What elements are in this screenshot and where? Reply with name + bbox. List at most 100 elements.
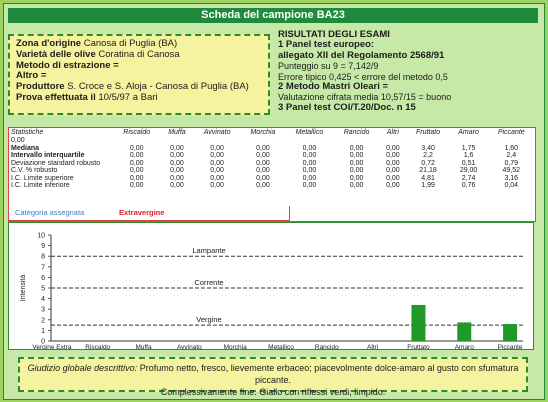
stats-cell: 21,18 bbox=[419, 167, 437, 174]
stats-row-label: Deviazione standard robusto bbox=[11, 159, 101, 167]
stats-cell: 0,00 bbox=[129, 144, 144, 152]
altro-value: = bbox=[40, 70, 47, 82]
intensity-chart: 012345678910IntensitàLampanteCorrenteVer… bbox=[20, 233, 523, 351]
stats-cell: 0,00 bbox=[129, 174, 144, 182]
stats-cell: 0,00 bbox=[386, 174, 400, 182]
stats-cell: 1,6 bbox=[463, 152, 474, 159]
stats-cell: 0,00 bbox=[386, 182, 400, 189]
stats-row-label: I.C. Limite inferiore bbox=[11, 182, 70, 189]
category-box: Categoria assegnata Extravergine bbox=[8, 206, 290, 221]
col-header: Piccante bbox=[497, 129, 525, 136]
prova-label: Prova effettuata il bbox=[16, 91, 96, 103]
stats-cell: 0,00 bbox=[349, 152, 364, 159]
stats-cell: 0,76 bbox=[461, 182, 476, 189]
x-tick-label: Morchia bbox=[224, 344, 248, 349]
stats-cell: 0,79 bbox=[504, 159, 519, 167]
x-tick-label: Riscaldo bbox=[85, 344, 110, 349]
metodo-row: Metodo di estrazione = bbox=[16, 59, 262, 72]
x-tick-label: Muffa bbox=[135, 344, 152, 349]
results-panel: RISULTATI DEGLI ESAMI 1 Panel test europ… bbox=[278, 29, 538, 125]
stats-cell: 4,81 bbox=[421, 174, 435, 182]
stats-cell: 49,52 bbox=[502, 167, 521, 174]
results-line7: 3 Panel test COI/T.20/Doc. n 15 bbox=[278, 101, 416, 113]
band-label: Vergine bbox=[196, 315, 221, 324]
stats-cell: 1,99 bbox=[421, 182, 435, 189]
stats-cell: 0,00 bbox=[302, 182, 317, 189]
stats-cell: 2,74 bbox=[461, 174, 476, 182]
x-tick-label: Metallico bbox=[268, 344, 294, 349]
col-header: Fruttato bbox=[415, 129, 441, 136]
stats-cell: 0,00 bbox=[170, 152, 184, 159]
stats-cell: 3,40 bbox=[421, 144, 435, 152]
col-header: Altri bbox=[386, 129, 399, 136]
y-tick-label: 8 bbox=[41, 254, 45, 261]
stats-cell: 0,00 bbox=[170, 167, 184, 174]
stats-row: C.V. % robusto 0,00 0,00 0,00 0,00 0,00 0,00 0,… bbox=[9, 167, 535, 175]
bar bbox=[457, 322, 472, 341]
zero-cell: 0,00 bbox=[11, 137, 25, 144]
stats-cell: 0,00 bbox=[210, 144, 224, 152]
stats-cell: 0,00 bbox=[256, 174, 270, 182]
y-tick-label: 4 bbox=[41, 296, 45, 303]
stats-cell: 0,00 bbox=[210, 182, 224, 189]
y-tick-label: 1 bbox=[41, 328, 45, 335]
stats-cell: 0,00 bbox=[129, 159, 144, 167]
metodo-label: Metodo di estrazione bbox=[16, 59, 111, 71]
band-label: Corrente bbox=[194, 278, 223, 287]
bar bbox=[411, 304, 426, 341]
stats-cell: 2,4 bbox=[506, 152, 517, 159]
results-line3: Punteggio su 9 = 7,142/9 bbox=[278, 61, 379, 72]
stats-cell: 0,00 bbox=[170, 159, 184, 167]
intensity-chart-box: 0 1 2 3 4 5 6 7 8 9 10 Intensità Lampante Corrente Ver… bbox=[8, 222, 534, 351]
col-header: Muffa bbox=[168, 129, 186, 136]
comment-text1: Profumo netto, fresco, lievemente erbace… bbox=[139, 363, 519, 385]
stats-cell: 0,00 bbox=[129, 152, 144, 159]
stats-cell: 1,75 bbox=[461, 144, 476, 152]
stats-cell: 0,00 bbox=[349, 182, 364, 189]
col-header: Morchia bbox=[250, 129, 276, 136]
stats-cell: 0,00 bbox=[302, 144, 317, 152]
stats-cell: 0,00 bbox=[170, 144, 184, 152]
stats-cell: 0,00 bbox=[386, 144, 400, 152]
stats-cell: 0,00 bbox=[256, 167, 270, 174]
produttore-label: Produttore bbox=[16, 81, 65, 93]
origin-box: Zona d'origine Canosa di Puglia (BA) Var… bbox=[8, 34, 270, 115]
stats-cell: 0,00 bbox=[349, 167, 364, 174]
zona-label: Zona d'origine bbox=[16, 38, 82, 49]
stats-row: Mediana 0,00 0,00 0,00 0,00 0,00 0,00 0,00 3,40 1… bbox=[9, 145, 535, 153]
y-tick-label: 5 bbox=[41, 286, 45, 293]
stats-cell: 0,00 bbox=[256, 152, 270, 159]
stats-cell: 0,00 bbox=[210, 159, 224, 167]
y-tick-label: 9 bbox=[41, 243, 45, 250]
stats-cell: 29,00 bbox=[459, 167, 478, 174]
stats-row: I.C. Limite inferiore 0,00 0,00 0,00 0,00 0,0… bbox=[9, 182, 535, 190]
stats-cell: 0,00 bbox=[256, 182, 270, 189]
y-tick-label: 6 bbox=[41, 275, 45, 282]
col-header: Statistiche bbox=[11, 129, 44, 136]
stats-cell: 2,2 bbox=[423, 152, 433, 159]
stats-cell: 0,00 bbox=[302, 174, 317, 182]
y-tick-label: 2 bbox=[41, 317, 45, 324]
x-tick-label: Rancido bbox=[315, 344, 339, 349]
y-axis-label: Intensità bbox=[20, 275, 27, 302]
stats-cell: 0,00 bbox=[302, 159, 317, 167]
comment-text2: Complessivamente fine. Giallo con rifles… bbox=[160, 387, 386, 397]
x-tick-label: Piccante bbox=[498, 344, 523, 349]
stats-row-label: Mediana bbox=[11, 144, 40, 152]
category-label: Categoria assegnata bbox=[15, 208, 85, 217]
stats-cell: 0,00 bbox=[170, 182, 184, 189]
stats-row-label: I.C. Limite superiore bbox=[11, 174, 74, 182]
col-header: Amaro bbox=[458, 129, 479, 136]
card-title: Scheda del campione BA23 bbox=[8, 8, 538, 23]
stats-cell: 1,60 bbox=[504, 144, 519, 152]
stats-cell: 0,00 bbox=[256, 159, 270, 167]
stats-cell: 0,00 bbox=[129, 182, 144, 189]
stats-row: I.C. Limite superiore 0,00 0,00 0,00 0,00 0,0… bbox=[9, 175, 535, 183]
stats-header-row: Statistiche Riscaldo Muffa Avvinato Morc… bbox=[9, 128, 535, 137]
x-tick-label: Fruttato bbox=[407, 344, 430, 349]
stats-cell: 0,00 bbox=[349, 159, 364, 167]
altro-label: Altro bbox=[16, 70, 39, 82]
stats-zero-row: 0,00 bbox=[9, 137, 535, 145]
stats-row: Intervallo interquartile 0,00 0,00 0,00 0,00… bbox=[9, 152, 535, 160]
comment-label: Giudizio globale descrittivo: bbox=[27, 363, 138, 373]
